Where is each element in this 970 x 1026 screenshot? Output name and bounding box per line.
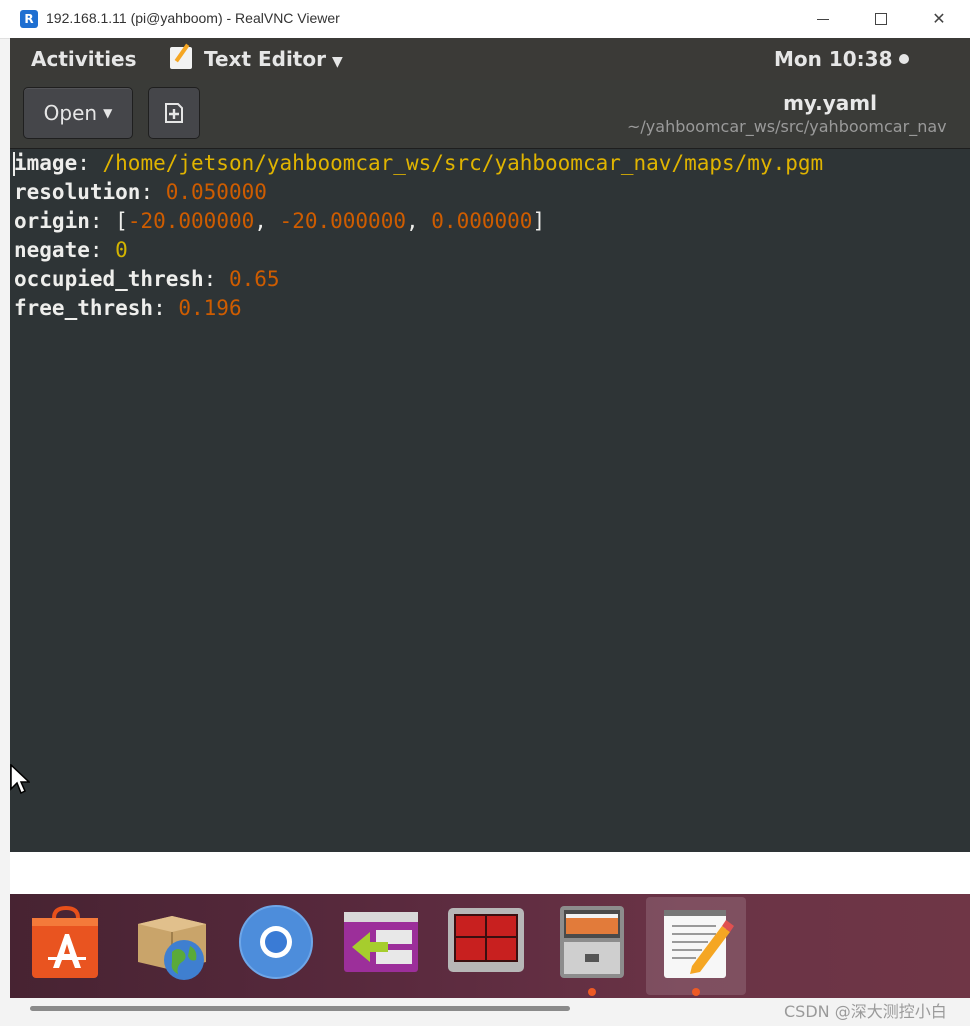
minimize-icon xyxy=(817,19,829,20)
code-line: free_thresh: 0.196 xyxy=(14,294,242,323)
terminator-icon xyxy=(448,908,524,972)
file-cabinet-icon xyxy=(560,906,624,978)
yaml-sep: : xyxy=(203,267,229,291)
ubuntu-software-icon xyxy=(32,905,98,978)
open-label: Open xyxy=(43,101,98,125)
chevron-down-icon: ▼ xyxy=(103,106,113,120)
open-button[interactable]: Open ▼ xyxy=(23,87,133,139)
remote-desktop: Activities Text Editor ▼ Mon 10:38 Open ▼ … xyxy=(10,38,970,998)
yaml-value: /home/jetson/yahboomcar_ws/src/yahboomca… xyxy=(102,151,824,175)
chevron-down-icon: ▼ xyxy=(331,54,343,70)
realvnc-logo-icon: R xyxy=(20,10,38,28)
yaml-value: 0 xyxy=(115,238,128,262)
dock-item-ubuntu-software[interactable] xyxy=(26,902,106,982)
dock-item-file-cabinet[interactable] xyxy=(552,902,632,982)
archive-manager-icon xyxy=(138,916,206,980)
gnome-top-panel: Activities Text Editor ▼ Mon 10:38 xyxy=(10,38,970,80)
yaml-value: 0.050000 xyxy=(165,180,267,204)
dock-item-terminator[interactable] xyxy=(446,902,526,982)
maximize-button[interactable] xyxy=(852,0,910,38)
yaml-sep: : xyxy=(89,238,116,262)
document-title: my.yaml xyxy=(783,91,877,115)
yaml-key: image xyxy=(14,151,78,175)
text-editor-icon xyxy=(664,910,734,978)
horizontal-scrollbar[interactable] xyxy=(30,1006,570,1011)
code-line: occupied_thresh: 0.65 xyxy=(14,265,280,294)
yaml-sep: : xyxy=(153,296,179,320)
yaml-key: free_thresh xyxy=(14,296,154,320)
running-indicator xyxy=(588,988,596,996)
new-document-button[interactable] xyxy=(148,87,200,139)
yaml-value: 0.65 xyxy=(228,267,280,291)
code-line: image: /home/jetson/yahboomcar_ws/src/ya… xyxy=(14,149,823,178)
yaml-value: 0.196 xyxy=(178,296,242,320)
code-line: resolution: 0.050000 xyxy=(14,178,267,207)
yaml-sep: : xyxy=(77,151,103,175)
app-menu-label: Text Editor xyxy=(204,47,326,71)
yaml-comma: , xyxy=(405,209,432,233)
yaml-key: negate xyxy=(14,238,90,262)
notification-dot-icon xyxy=(898,54,909,64)
new-document-icon xyxy=(165,103,183,123)
dock-item-remmina[interactable] xyxy=(342,902,422,982)
dock-area xyxy=(10,852,970,998)
chromium-icon xyxy=(239,905,313,979)
mouse-pointer-icon xyxy=(10,764,30,795)
document-path: ~/yahboomcar_ws/src/yahboomcar_nav xyxy=(627,117,947,136)
code-line: negate: 0 xyxy=(14,236,128,265)
yaml-sep: : xyxy=(89,209,116,233)
dock-item-text-editor[interactable] xyxy=(656,902,736,982)
dock-item-archive-manager[interactable] xyxy=(132,902,212,982)
window-title: 192.168.1.11 (pi@yahboom) - RealVNC View… xyxy=(46,10,340,26)
yaml-bracket: [ xyxy=(115,209,128,233)
yaml-key: occupied_thresh xyxy=(14,267,204,291)
clock-label: Mon 10:38 xyxy=(774,47,893,71)
yaml-value: 0.000000 xyxy=(431,209,533,233)
dock-item-chromium[interactable] xyxy=(236,902,316,982)
vnc-window-titlebar: R 192.168.1.11 (pi@yahboom) - RealVNC Vi… xyxy=(0,0,970,39)
remmina-icon xyxy=(344,912,418,972)
yaml-bracket: ] xyxy=(532,209,546,233)
dock xyxy=(10,894,970,998)
yaml-value: -20.000000 xyxy=(127,209,255,233)
text-editor-area[interactable]: image: /home/jetson/yahboomcar_ws/src/ya… xyxy=(10,149,970,852)
text-editor-small-icon xyxy=(170,47,192,69)
app-menu-button[interactable]: Text Editor ▼ xyxy=(170,47,343,71)
yaml-key: resolution xyxy=(14,180,141,204)
minimize-button[interactable] xyxy=(794,0,852,38)
running-indicator xyxy=(692,988,700,996)
yaml-key: origin xyxy=(14,209,90,233)
vnc-bottom-bar: CSDN @深大测控小白 xyxy=(0,998,970,1026)
code-line: origin: [-20.000000, -20.000000, 0.00000… xyxy=(14,207,545,236)
editor-header-bar: Open ▼ my.yaml ~/yahboomcar_ws/src/yahboo… xyxy=(10,80,970,149)
watermark: CSDN @深大测控小白 xyxy=(784,1002,947,1021)
maximize-icon xyxy=(875,13,887,25)
yaml-comma: , xyxy=(254,209,280,233)
clock[interactable]: Mon 10:38 xyxy=(774,47,909,71)
close-button[interactable]: ✕ xyxy=(910,0,968,38)
activities-button[interactable]: Activities xyxy=(31,47,137,71)
yaml-value: -20.000000 xyxy=(279,209,406,233)
yaml-sep: : xyxy=(140,180,166,204)
